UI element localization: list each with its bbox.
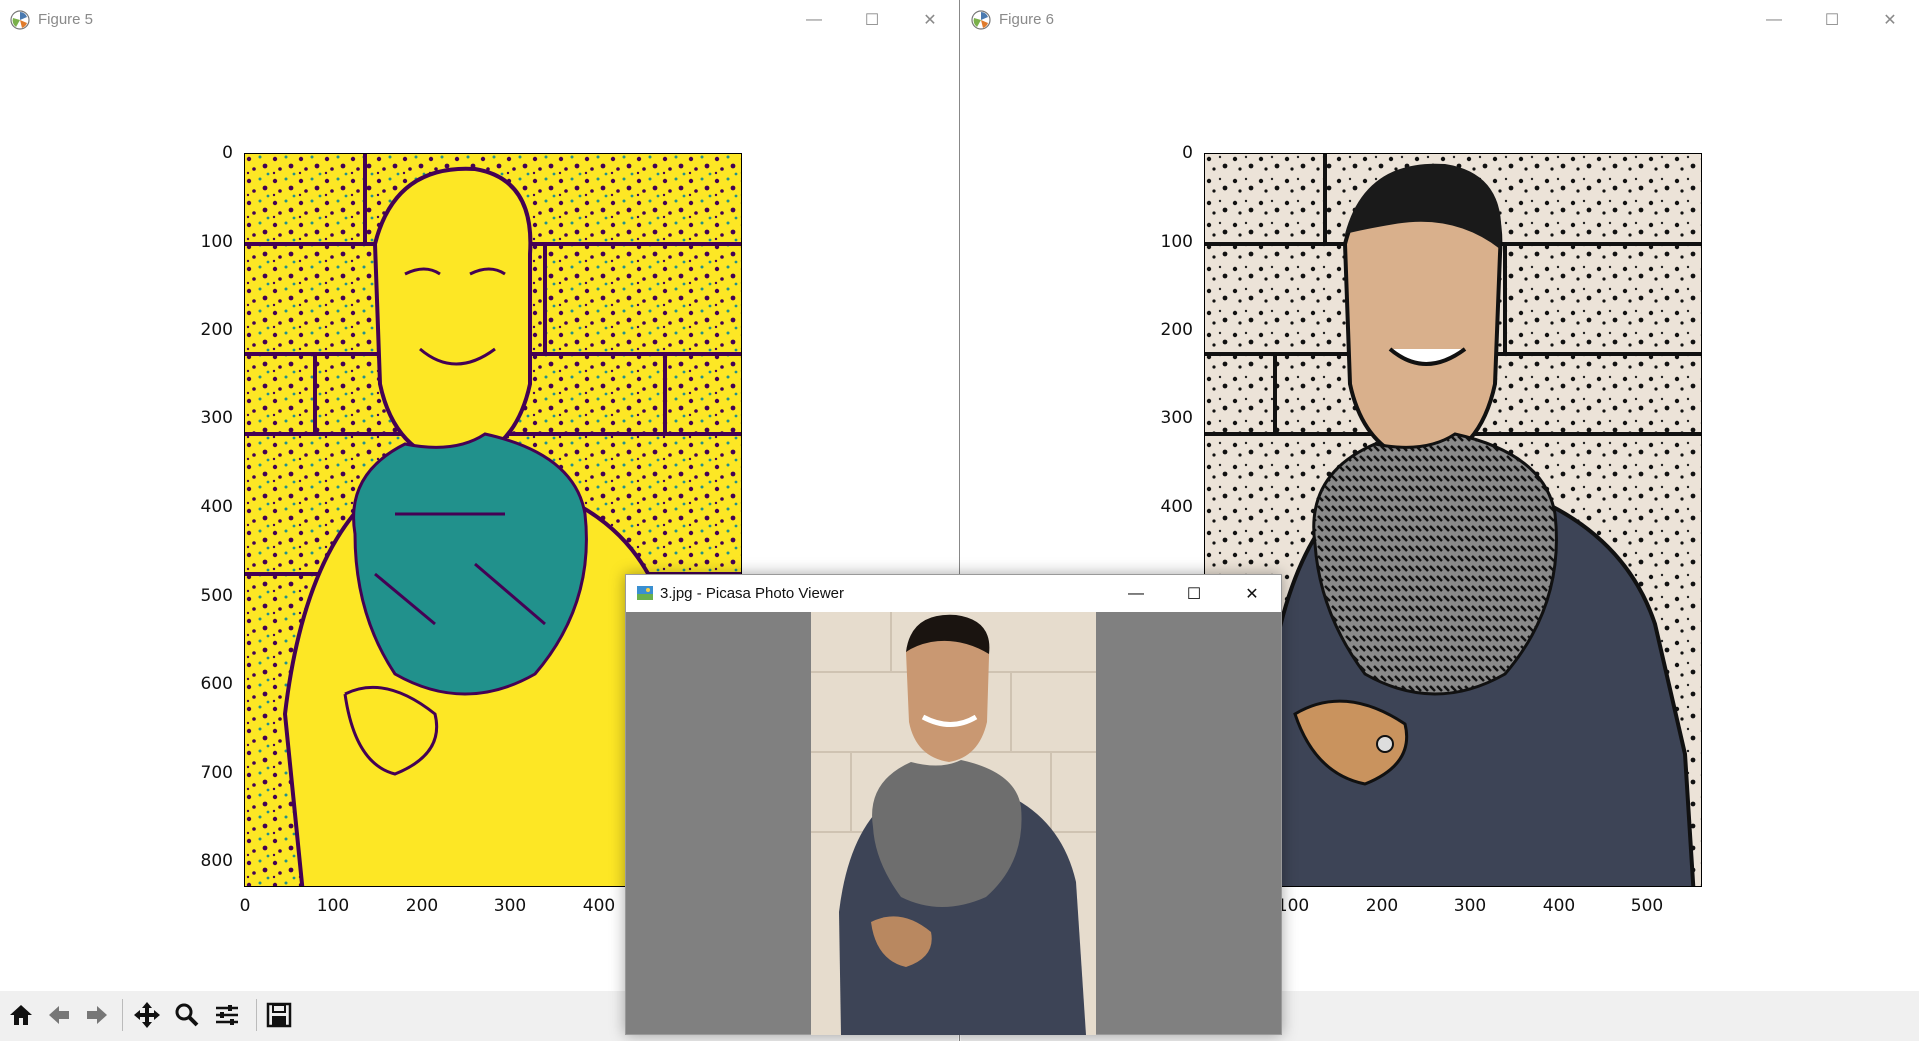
save-icon[interactable] [262, 998, 296, 1032]
y-tick-label: 300 [1160, 408, 1193, 428]
y-tick-label: 100 [200, 232, 233, 252]
y-tick-label: 300 [200, 408, 233, 428]
configure-subplots-icon[interactable] [210, 998, 244, 1032]
y-tick-label: 600 [200, 674, 233, 694]
close-button[interactable]: ✕ [1861, 0, 1919, 40]
x-tick-label: 200 [1365, 896, 1399, 916]
back-icon[interactable] [42, 998, 76, 1032]
close-button[interactable]: ✕ [1223, 575, 1281, 612]
close-button[interactable]: ✕ [901, 0, 959, 40]
y-tick-label: 200 [200, 320, 233, 340]
minimize-button[interactable]: — [785, 0, 843, 40]
picasa-titlebar[interactable]: 3.jpg - Picasa Photo Viewer — ☐ ✕ [626, 575, 1281, 612]
maximize-button[interactable]: ☐ [1165, 575, 1223, 612]
x-tick-label: 400 [1542, 896, 1576, 916]
y-tick-label: 0 [222, 143, 233, 163]
home-icon[interactable] [4, 998, 38, 1032]
x-tick-label: 0 [239, 896, 251, 916]
x-tick-label: 300 [493, 896, 527, 916]
y-tick-label: 400 [1160, 497, 1193, 517]
x-tick-label: 400 [582, 896, 616, 916]
original-photo [811, 612, 1096, 1035]
y-tick-label: 200 [1160, 320, 1193, 340]
matplotlib-logo-icon [10, 10, 30, 30]
window-title: Figure 5 [38, 11, 94, 28]
x-tick-label: 500 [1630, 896, 1664, 916]
y-tick-label: 700 [200, 763, 233, 783]
minimize-button[interactable]: — [1745, 0, 1803, 40]
pan-icon[interactable] [130, 998, 164, 1032]
toolbar-separator [122, 999, 123, 1031]
zoom-icon[interactable] [170, 998, 204, 1032]
x-tick-label: 200 [405, 896, 439, 916]
maximize-button[interactable]: ☐ [843, 0, 901, 40]
minimize-button[interactable]: — [1107, 575, 1165, 612]
maximize-button[interactable]: ☐ [1803, 0, 1861, 40]
matplotlib-logo-icon [971, 10, 991, 30]
x-tick-label: 300 [1453, 896, 1487, 916]
window-title: 3.jpg - Picasa Photo Viewer [660, 585, 844, 602]
window-title: Figure 6 [999, 11, 1055, 28]
forward-icon[interactable] [80, 998, 114, 1032]
figure6-titlebar[interactable]: Figure 6 — ☐ ✕ [961, 0, 1919, 40]
y-tick-label: 400 [200, 497, 233, 517]
y-tick-label: 100 [1160, 232, 1193, 252]
x-tick-label: 100 [316, 896, 350, 916]
photo-viewer-canvas[interactable] [626, 612, 1281, 1035]
toolbar-separator [256, 999, 257, 1031]
y-tick-label: 800 [200, 851, 233, 871]
y-tick-label: 500 [200, 586, 233, 606]
figure5-titlebar[interactable]: Figure 5 — ☐ ✕ [0, 0, 959, 40]
picasa-app-icon [636, 584, 654, 602]
y-tick-label: 0 [1182, 143, 1193, 163]
picasa-photo-viewer-window: 3.jpg - Picasa Photo Viewer — ☐ ✕ [625, 574, 1282, 1035]
